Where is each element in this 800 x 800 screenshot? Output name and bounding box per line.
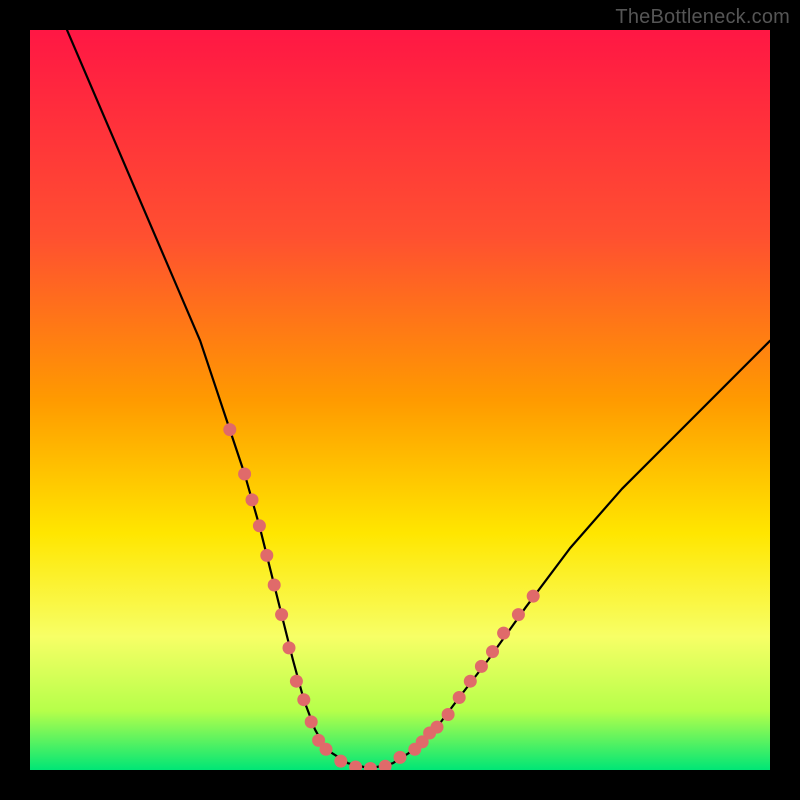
marker-point [497,627,510,640]
marker-point [268,579,281,592]
marker-point [260,549,273,562]
chart-frame: TheBottleneck.com [0,0,800,800]
marker-point [512,608,525,621]
marker-point [320,743,333,756]
marker-point [290,675,303,688]
marker-point [253,519,266,532]
marker-point [527,590,540,603]
bottleneck-curve [67,30,770,769]
marker-point [453,691,466,704]
marker-point [442,708,455,721]
marker-point [238,468,251,481]
marker-group [223,423,539,770]
marker-point [297,693,310,706]
marker-point [305,715,318,728]
marker-point [364,762,377,770]
marker-point [223,423,236,436]
marker-point [475,660,488,673]
plot-area [30,30,770,770]
marker-point [275,608,288,621]
marker-point [464,675,477,688]
marker-point [246,493,259,506]
marker-point [394,751,407,764]
marker-point [486,645,499,658]
marker-point [349,761,362,771]
marker-point [283,641,296,654]
marker-point [431,721,444,734]
watermark-text: TheBottleneck.com [615,6,790,29]
marker-point [334,755,347,768]
chart-overlay [30,30,770,770]
marker-point [379,760,392,770]
